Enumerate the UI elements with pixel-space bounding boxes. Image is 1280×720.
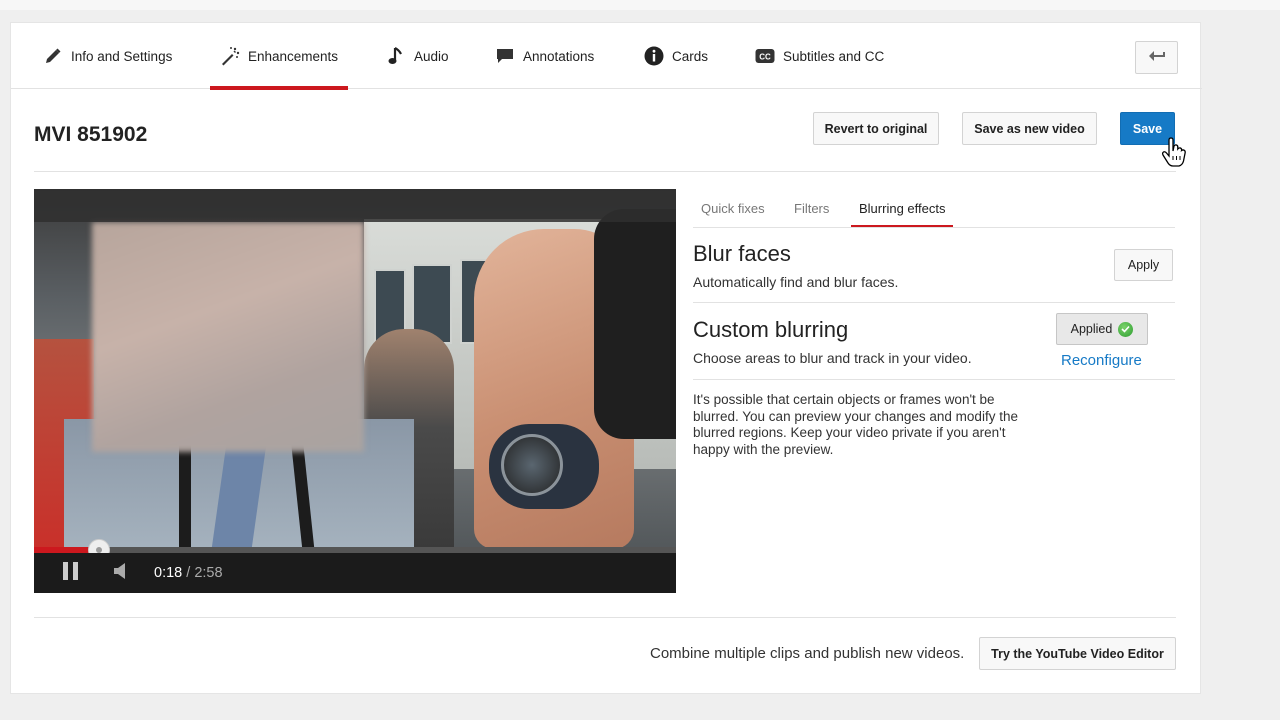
- tab-label: Annotations: [523, 48, 595, 64]
- save-as-new-button[interactable]: Save as new video: [962, 112, 1097, 145]
- blur-faces-desc: Automatically find and blur faces.: [693, 274, 899, 290]
- tab-label: Enhancements: [248, 48, 339, 64]
- page-title: MVI 851902: [34, 123, 148, 146]
- time-display: 0:18 / 2:58: [154, 565, 223, 581]
- back-button[interactable]: [1135, 41, 1178, 74]
- info-circle-icon: [644, 46, 664, 66]
- blur-disclaimer: It's possible that certain objects or fr…: [693, 392, 1018, 457]
- magic-wand-icon: [220, 46, 240, 66]
- reconfigure-link[interactable]: Reconfigure: [1061, 352, 1142, 369]
- tab-info-and-settings[interactable]: Info and Settings: [43, 23, 172, 89]
- pencil-icon: [43, 46, 63, 66]
- section-divider: [693, 302, 1175, 303]
- blurred-face-region: [92, 222, 364, 452]
- subtab-divider: [693, 227, 1175, 228]
- top-strip: [0, 0, 1280, 10]
- tab-annotations[interactable]: Annotations: [495, 23, 594, 89]
- tab-subtitles-and-cc[interactable]: CC Subtitles and CC: [755, 23, 884, 89]
- pause-icon: [62, 561, 80, 586]
- applied-label: Applied: [1070, 322, 1113, 336]
- tab-label: Cards: [672, 48, 709, 64]
- player-controls: 0:18 / 2:58: [34, 553, 676, 593]
- footer-divider: [34, 617, 1176, 618]
- back-arrow-icon: [1148, 49, 1166, 67]
- video-frame: [34, 189, 676, 550]
- speaker-icon: [113, 562, 129, 585]
- current-time: 0:18: [154, 565, 183, 581]
- check-icon: [1118, 321, 1134, 337]
- blur-faces-title: Blur faces: [693, 241, 791, 266]
- tab-enhancements[interactable]: Enhancements: [209, 23, 349, 90]
- tab-label: Audio: [414, 48, 449, 64]
- revert-button[interactable]: Revert to original: [813, 112, 939, 145]
- header-divider: [34, 171, 1176, 172]
- apply-blur-faces-button[interactable]: Apply: [1114, 249, 1173, 281]
- tab-label: Info and Settings: [71, 48, 173, 64]
- music-note-icon: [386, 46, 406, 66]
- video-player[interactable]: 0:18 / 2:58: [34, 189, 676, 593]
- tab-label: Subtitles and CC: [783, 48, 885, 64]
- custom-blurring-desc: Choose areas to blur and track in your v…: [693, 350, 972, 366]
- footer-text: Combine multiple clips and publish new v…: [650, 645, 965, 662]
- tab-cards[interactable]: Cards: [644, 23, 708, 89]
- tab-audio[interactable]: Audio: [386, 23, 449, 89]
- video-watch: [489, 424, 599, 509]
- speech-bubble-icon: [495, 46, 515, 66]
- cc-icon: CC: [755, 46, 775, 66]
- editor-card: Info and Settings Enhancements Audio Ann…: [10, 22, 1202, 694]
- subtab-quick-fixes[interactable]: Quick fixes: [701, 189, 765, 227]
- subtab-filters[interactable]: Filters: [794, 189, 829, 227]
- applied-status: Applied: [1056, 313, 1148, 345]
- top-nav: Info and Settings Enhancements Audio Ann…: [11, 23, 1202, 90]
- volume-button[interactable]: [109, 561, 133, 585]
- pause-button[interactable]: [59, 561, 83, 585]
- video-editor-button[interactable]: Try the YouTube Video Editor: [979, 637, 1176, 670]
- video-camera: [594, 209, 676, 439]
- hand-cursor-icon: [1160, 137, 1188, 174]
- time-separator: /: [186, 565, 191, 581]
- subtab-blurring-effects[interactable]: Blurring effects: [850, 189, 954, 228]
- custom-blurring-title: Custom blurring: [693, 317, 849, 342]
- section-divider: [693, 379, 1175, 380]
- svg-text:CC: CC: [759, 53, 771, 62]
- duration: 2:58: [194, 565, 223, 581]
